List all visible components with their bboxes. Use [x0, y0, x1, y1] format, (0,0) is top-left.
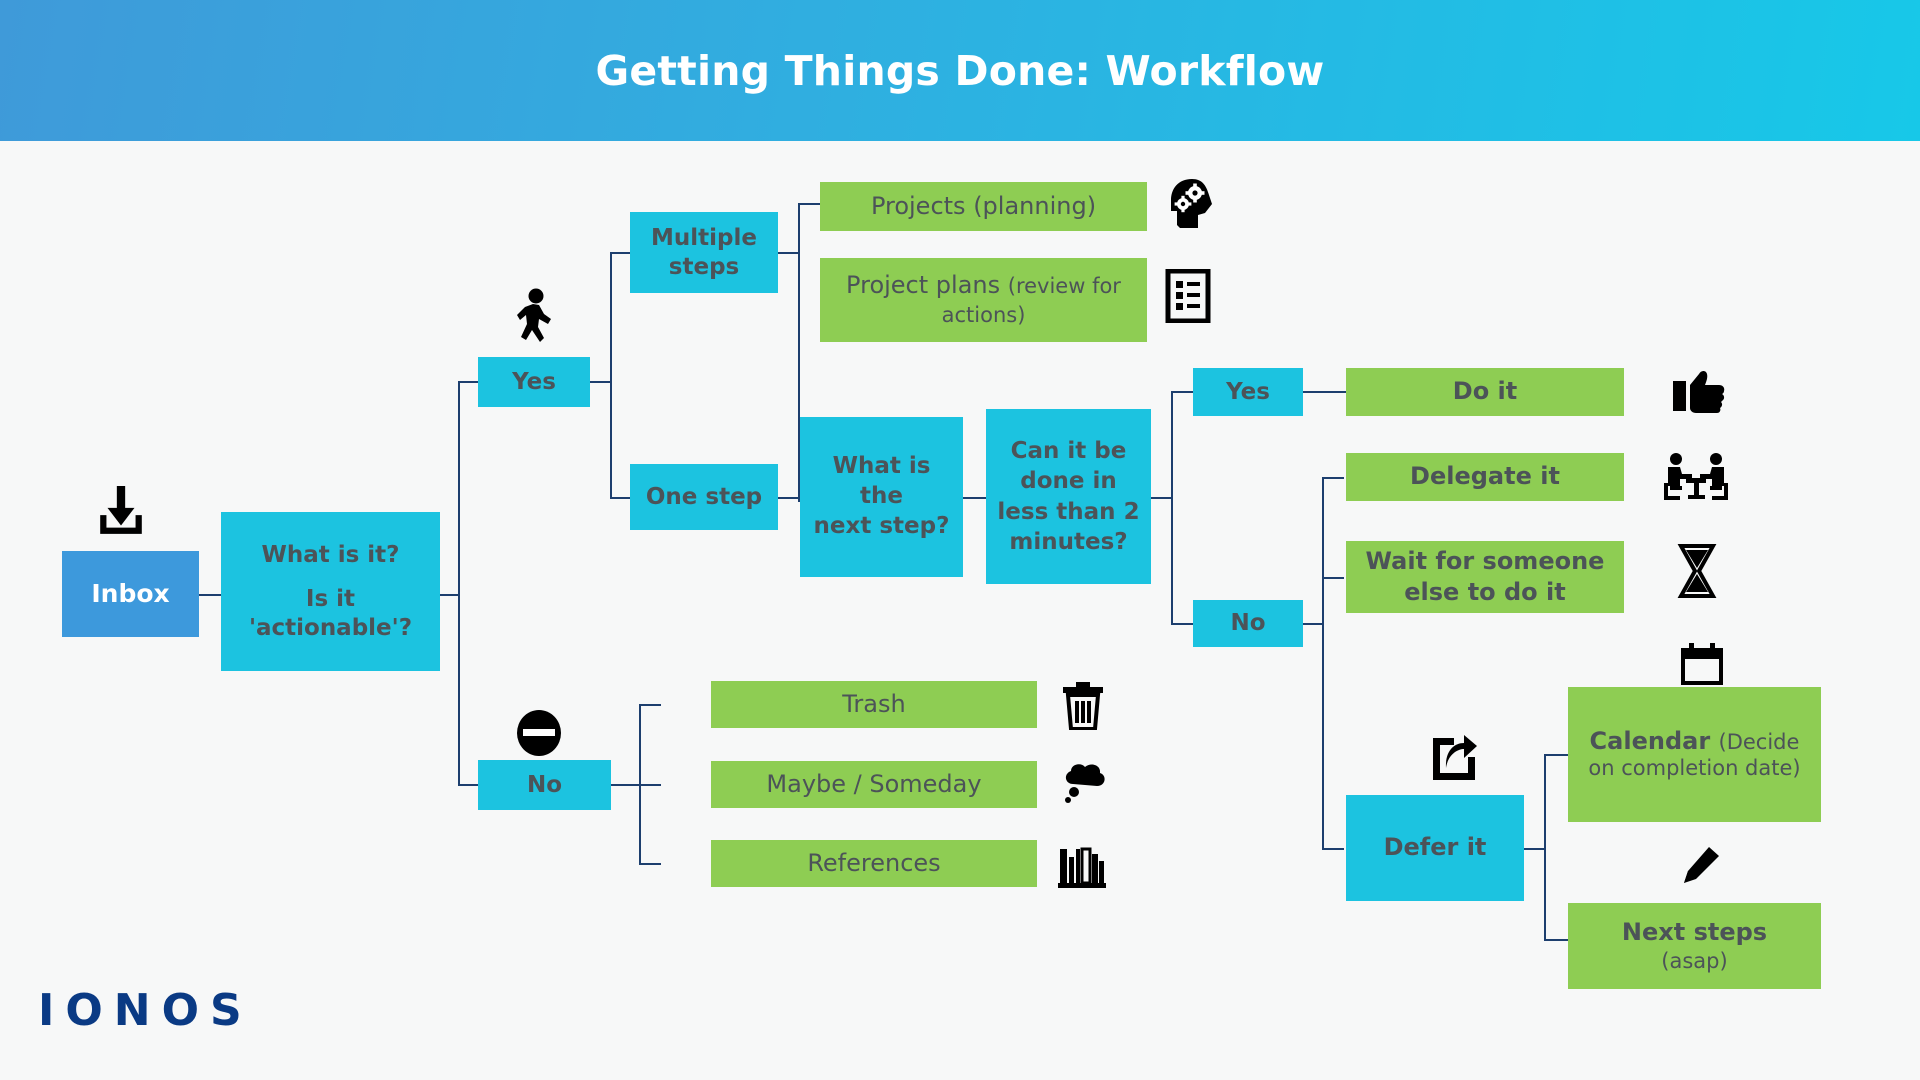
node-what-is-it-line1: What is it? — [261, 542, 400, 569]
node-projects[interactable]: Projects (planning) — [820, 182, 1147, 231]
node-trash-label: Trash — [842, 689, 906, 718]
node-wait-line2: else to do it — [1404, 578, 1566, 606]
node-references[interactable]: References — [711, 840, 1037, 887]
node-two-minutes-line4: minutes? — [1009, 528, 1128, 555]
connector-onestep-to-nextstep — [778, 497, 802, 499]
node-next-steps-main: Next steps — [1621, 917, 1768, 946]
node-trash[interactable]: Trash — [711, 681, 1037, 728]
node-what-is-it[interactable]: What is it? Is it'actionable'? — [221, 512, 440, 671]
node-multiple-steps-line1: Multiple — [651, 224, 757, 251]
node-no-actionable-label: No — [526, 771, 563, 798]
connector-defer-vertical — [1544, 755, 1546, 941]
node-calendar[interactable]: Calendar (Decide on completion date) — [1568, 687, 1821, 822]
node-calendar-label: Calendar (Decide on completion date) — [1588, 727, 1801, 781]
node-references-label: References — [807, 848, 941, 877]
connector-noright-stub — [1302, 623, 1324, 625]
node-yes-actionable[interactable]: Yes — [478, 357, 590, 407]
node-do-it[interactable]: Do it — [1346, 368, 1624, 416]
share-forward-icon — [1430, 735, 1478, 783]
connector-to-maybe — [639, 784, 661, 786]
connector-to-multiple-steps — [610, 252, 630, 254]
connector-to-projects — [798, 203, 820, 205]
page-header: Getting Things Done: Workflow — [0, 0, 1920, 141]
thumbs-up-icon — [1672, 369, 1726, 415]
node-two-minutes-line1: Can it be — [1010, 437, 1127, 464]
connector-to-references — [639, 863, 661, 865]
node-inbox-label: Inbox — [91, 578, 170, 608]
thought-cloud-icon — [1061, 762, 1107, 804]
connector-inbox-to-whatisit — [199, 594, 222, 596]
connector-to-yes-right — [1171, 391, 1193, 393]
node-no-two-minutes-label: No — [1230, 610, 1266, 637]
ionos-logo: IONOS — [38, 985, 253, 1036]
node-one-step[interactable]: One step — [630, 464, 778, 530]
hourglass-icon — [1677, 544, 1717, 598]
connector-defer-stub — [1524, 848, 1546, 850]
connector-whatisit-vertical — [458, 382, 460, 786]
node-no-two-minutes[interactable]: No — [1193, 600, 1303, 647]
pencil-icon — [1679, 845, 1721, 885]
node-yes-two-minutes[interactable]: Yes — [1193, 368, 1303, 416]
node-two-minutes[interactable]: Can it be done in less than 2 minutes? — [986, 409, 1151, 584]
node-no-actionable[interactable]: No — [478, 760, 611, 810]
node-delegate-it[interactable]: Delegate it — [1346, 453, 1624, 501]
flowchart-page: Getting Things Done: Workflow Inbox What… — [0, 0, 1920, 1080]
connector-twomin-stub — [1151, 497, 1173, 499]
connector-noright-vertical — [1322, 478, 1324, 850]
connector-to-defer — [1322, 848, 1344, 850]
calendar-icon — [1680, 643, 1724, 685]
node-maybe-someday-label: Maybe / Someday — [766, 769, 982, 798]
node-two-minutes-line2: done in — [1020, 468, 1117, 495]
connector-to-one-step — [610, 497, 630, 499]
connector-to-yes — [458, 381, 478, 383]
prohibited-circle-icon — [515, 709, 563, 757]
node-wait-line1: Wait for someone — [1365, 547, 1605, 576]
head-with-gears-icon — [1164, 177, 1220, 233]
node-wait-for-someone[interactable]: Wait for someone else to do it — [1346, 541, 1624, 613]
connector-to-delegate — [1322, 477, 1344, 479]
node-two-minutes-line3: less than 2 — [997, 498, 1140, 525]
node-delegate-it-label: Delegate it — [1410, 462, 1560, 491]
connector-yes-vertical — [610, 253, 612, 499]
walking-person-icon — [513, 288, 557, 348]
connector-whatisit-stub — [440, 594, 460, 596]
node-defer-it[interactable]: Defer it — [1346, 795, 1524, 901]
node-project-plans[interactable]: Project plans (review for actions) — [820, 258, 1147, 342]
node-next-steps[interactable]: Next steps (asap) — [1568, 903, 1821, 989]
node-projects-label: Projects (planning) — [870, 191, 1097, 220]
connector-yes-stub — [590, 381, 612, 383]
connector-to-no — [458, 784, 478, 786]
node-next-step-line1: What is the — [832, 453, 931, 510]
node-multiple-steps-line2: steps — [668, 253, 740, 280]
download-inbox-icon — [96, 486, 146, 538]
connector-yesright-to-doit — [1302, 391, 1346, 393]
node-next-step-line2: next step? — [813, 512, 950, 539]
connector-multiplesteps-stub — [778, 252, 800, 254]
node-what-is-it-line2: Is it'actionable'? — [248, 586, 413, 641]
books-shelf-icon — [1058, 845, 1106, 889]
connector-twomin-vertical — [1171, 392, 1173, 625]
node-defer-it-label: Defer it — [1383, 833, 1487, 862]
node-yes-two-minutes-label: Yes — [1226, 378, 1270, 405]
connector-nextstep-to-twomin — [960, 497, 986, 499]
node-one-step-label: One step — [645, 483, 763, 510]
node-next-steps-sub: (asap) — [1661, 948, 1728, 973]
node-what-is-next-step[interactable]: What is the next step? — [800, 417, 963, 577]
checklist-document-icon — [1165, 269, 1211, 323]
connector-to-no-right — [1171, 623, 1193, 625]
trash-bin-icon — [1062, 682, 1104, 730]
connector-to-next-steps — [1544, 939, 1568, 941]
connector-to-wait — [1322, 577, 1344, 579]
connector-to-trash — [639, 704, 661, 706]
node-inbox[interactable]: Inbox — [62, 551, 199, 637]
connector-to-calendar — [1544, 754, 1568, 756]
page-title: Getting Things Done: Workflow — [595, 46, 1325, 95]
connector-noleft-stub — [611, 784, 641, 786]
node-do-it-label: Do it — [1452, 377, 1518, 406]
node-multiple-steps[interactable]: Multiple steps — [630, 212, 778, 293]
node-project-plans-label: Project plans (review for actions) — [846, 270, 1121, 327]
two-people-meeting-icon — [1660, 452, 1732, 502]
node-yes-actionable-label: Yes — [512, 368, 556, 395]
node-maybe-someday[interactable]: Maybe / Someday — [711, 761, 1037, 808]
